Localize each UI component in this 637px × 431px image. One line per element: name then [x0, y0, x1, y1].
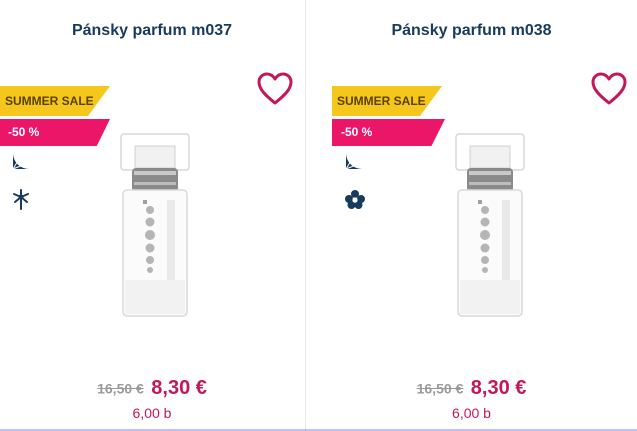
product-title[interactable]: Pánsky parfum m037 [0, 22, 304, 40]
loyalty-points: 6,00 b [132, 405, 172, 421]
discount-badge: -50 % [0, 119, 110, 146]
heart-icon[interactable] [591, 72, 627, 106]
summer-sale-badge: SUMMER SALE [0, 86, 110, 116]
flower-icon [345, 190, 365, 209]
aquatic-flower-icon [13, 189, 29, 210]
product-title[interactable]: Pánsky parfum m038 [306, 22, 637, 40]
old-price: 16,50 € [97, 380, 144, 397]
summer-sale-badge: SUMMER SALE [332, 86, 442, 116]
product-card[interactable]: Pánsky parfum m037 SUMMER SALE -50 % 16,… [0, 0, 304, 431]
price-row: 16,50 € 8,30 € [0, 377, 304, 400]
product-grid: Pánsky parfum m037 SUMMER SALE -50 % 16,… [0, 0, 637, 431]
perfume-bottle-image[interactable] [105, 130, 205, 330]
new-price: 8,30 € [151, 377, 207, 399]
price-row: 16,50 € 8,30 € [306, 377, 637, 400]
citrus-icon [345, 153, 362, 170]
loyalty-points: 6,00 b [452, 405, 491, 421]
citrus-icon [12, 153, 29, 170]
new-price: 8,30 € [470, 377, 527, 399]
perfume-bottle-image[interactable] [440, 130, 540, 330]
heart-icon[interactable] [257, 72, 293, 106]
discount-badge: -50 % [332, 119, 445, 146]
product-card[interactable]: Pánsky parfum m038 SUMMER SALE -50 % 16,… [306, 0, 637, 431]
old-price: 16,50 € [416, 380, 464, 397]
